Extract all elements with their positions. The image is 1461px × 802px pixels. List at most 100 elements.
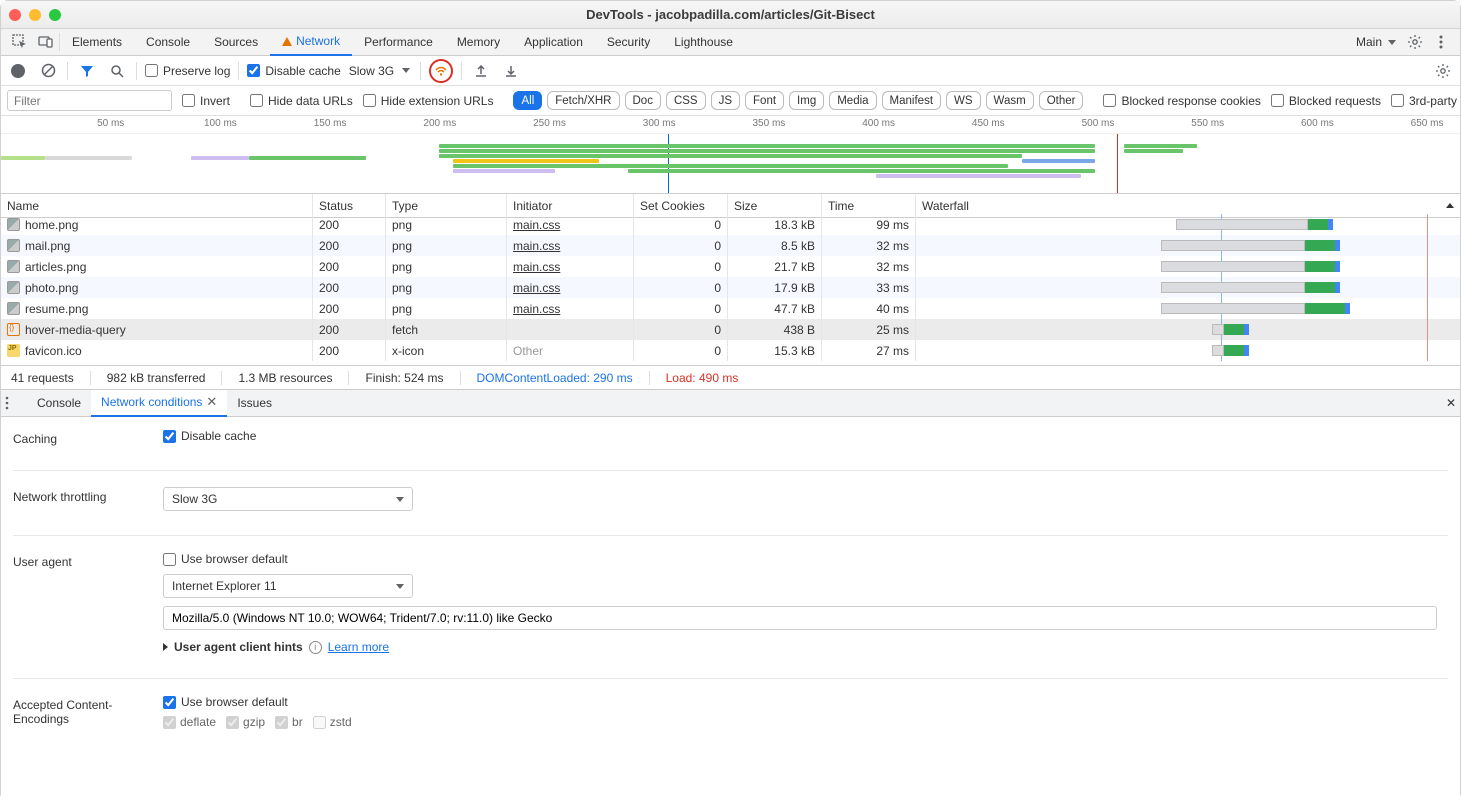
- preserve-log-checkbox[interactable]: Preserve log: [145, 64, 230, 78]
- expand-icon[interactable]: [163, 643, 168, 651]
- minimize-window-icon[interactable]: [29, 9, 41, 21]
- filter-icon[interactable]: [76, 60, 98, 82]
- initiator-link[interactable]: main.css: [513, 239, 560, 253]
- hide-data-urls-checkbox[interactable]: Hide data URLs: [250, 94, 353, 108]
- throttling-dropdown[interactable]: Slow 3G: [163, 487, 413, 511]
- status-transferred: 982 kB transferred: [107, 371, 206, 385]
- device-icon[interactable]: [33, 29, 59, 55]
- clear-icon[interactable]: [37, 60, 59, 82]
- zoom-window-icon[interactable]: [49, 9, 61, 21]
- tab-security[interactable]: Security: [595, 29, 662, 56]
- type-filter-all[interactable]: All: [513, 91, 542, 110]
- drawer-kebab-icon[interactable]: [5, 396, 25, 410]
- table-row[interactable]: home.png200pngmain.css018.3 kB99 ms: [1, 214, 1460, 235]
- initiator-link[interactable]: main.css: [513, 260, 560, 274]
- throttling-label: Network throttling: [13, 487, 163, 504]
- encoding-deflate[interactable]: deflate: [163, 715, 216, 729]
- network-toolbar: Preserve log Disable cache Slow 3G: [1, 56, 1460, 86]
- encoding-zstd[interactable]: zstd: [313, 715, 352, 729]
- table-row[interactable]: favicon.ico200x-iconOther015.3 kB27 ms: [1, 340, 1460, 361]
- status-dcl: DOMContentLoaded: 290 ms: [477, 371, 633, 385]
- type-filter-wasm[interactable]: Wasm: [986, 91, 1034, 110]
- learn-more-link[interactable]: Learn more: [328, 640, 389, 654]
- frame-selector[interactable]: Main: [1350, 35, 1402, 49]
- enc-browser-default-checkbox[interactable]: Use browser default: [163, 695, 1448, 709]
- encoding-gzip[interactable]: gzip: [226, 715, 265, 729]
- tab-memory[interactable]: Memory: [445, 29, 512, 56]
- initiator-link[interactable]: main.css: [513, 302, 560, 316]
- type-filter-media[interactable]: Media: [829, 91, 876, 110]
- table-row[interactable]: articles.png200pngmain.css021.7 kB32 ms: [1, 256, 1460, 277]
- file-icon: [7, 344, 20, 357]
- drawer-close-icon[interactable]: ✕: [1446, 396, 1456, 410]
- type-filter-ws[interactable]: WS: [946, 91, 981, 110]
- drawer-tab-console[interactable]: Console: [27, 390, 91, 417]
- warning-icon: [282, 37, 292, 46]
- titlebar: DevTools - jacobpadilla.com/articles/Git…: [1, 1, 1460, 29]
- status-requests: 41 requests: [11, 371, 74, 385]
- sort-asc-icon: [1446, 203, 1454, 208]
- blocked-requests-checkbox[interactable]: Blocked requests: [1271, 94, 1381, 108]
- table-row[interactable]: mail.png200pngmain.css08.5 kB32 ms: [1, 235, 1460, 256]
- throttling-select[interactable]: Slow 3G: [349, 64, 412, 78]
- close-window-icon[interactable]: [9, 9, 21, 21]
- initiator-link[interactable]: main.css: [513, 281, 560, 295]
- hide-ext-urls-checkbox[interactable]: Hide extension URLs: [363, 94, 494, 108]
- type-filter-fetchxhr[interactable]: Fetch/XHR: [547, 91, 619, 110]
- settings-icon[interactable]: [1402, 29, 1428, 55]
- timeline-overview[interactable]: 50 ms100 ms150 ms200 ms250 ms300 ms350 m…: [1, 116, 1460, 194]
- table-row[interactable]: photo.png200pngmain.css017.9 kB33 ms: [1, 277, 1460, 298]
- drawer-tab-network-conditions[interactable]: Network conditions✕: [91, 390, 227, 417]
- network-settings-icon[interactable]: [1432, 60, 1454, 82]
- type-filter-manifest[interactable]: Manifest: [882, 91, 941, 110]
- upload-icon[interactable]: [470, 60, 492, 82]
- encoding-br[interactable]: br: [275, 715, 303, 729]
- type-filter-font[interactable]: Font: [745, 91, 784, 110]
- record-icon[interactable]: [7, 60, 29, 82]
- ua-browser-default-checkbox[interactable]: Use browser default: [163, 552, 1448, 566]
- filter-input[interactable]: [7, 90, 172, 111]
- caching-label: Caching: [13, 429, 163, 446]
- kebab-icon[interactable]: [1428, 29, 1454, 55]
- ua-preset-dropdown[interactable]: Internet Explorer 11: [163, 574, 413, 598]
- file-icon: [7, 302, 20, 315]
- disable-cache-checkbox[interactable]: Disable cache: [247, 64, 340, 78]
- file-icon: [7, 260, 20, 273]
- tab-console[interactable]: Console: [134, 29, 202, 56]
- table-row[interactable]: hover-media-query200fetch0438 B25 ms: [1, 319, 1460, 340]
- request-table: Name Status Type Initiator Set Cookies S…: [1, 194, 1460, 366]
- encodings-label: Accepted Content-Encodings: [13, 695, 163, 726]
- status-resources: 1.3 MB resources: [238, 371, 332, 385]
- drawer-tab-issues[interactable]: Issues: [227, 390, 282, 417]
- type-filter-other[interactable]: Other: [1039, 91, 1084, 110]
- tab-application[interactable]: Application: [512, 29, 595, 56]
- download-icon[interactable]: [500, 60, 522, 82]
- tab-sources[interactable]: Sources: [202, 29, 270, 56]
- type-filter-js[interactable]: JS: [711, 91, 740, 110]
- file-icon: [7, 323, 20, 336]
- drawer-disable-cache-checkbox[interactable]: Disable cache: [163, 429, 1448, 443]
- table-row[interactable]: resume.png200pngmain.css047.7 kB40 ms: [1, 298, 1460, 319]
- window-controls: [9, 9, 61, 21]
- search-icon[interactable]: [106, 60, 128, 82]
- ua-client-hints-label: User agent client hints: [174, 640, 303, 654]
- type-filter-doc[interactable]: Doc: [625, 91, 661, 110]
- status-finish: Finish: 524 ms: [365, 371, 443, 385]
- inspect-icon[interactable]: [7, 29, 33, 55]
- tab-elements[interactable]: Elements: [60, 29, 134, 56]
- tab-performance[interactable]: Performance: [352, 29, 445, 56]
- type-filter-css[interactable]: CSS: [666, 91, 706, 110]
- network-conditions-icon[interactable]: [429, 59, 453, 83]
- window-title: DevTools - jacobpadilla.com/articles/Git…: [1, 7, 1460, 22]
- network-conditions-panel: Caching Disable cache Network throttling…: [1, 417, 1460, 802]
- type-filter-img[interactable]: Img: [789, 91, 824, 110]
- thirdparty-checkbox[interactable]: 3rd-party requests: [1391, 94, 1461, 108]
- tab-network[interactable]: Network: [270, 29, 352, 56]
- close-tab-icon[interactable]: ✕: [206, 394, 217, 410]
- main-tabs: ElementsConsoleSourcesNetworkPerformance…: [1, 29, 1460, 56]
- invert-checkbox[interactable]: Invert: [182, 94, 230, 108]
- tab-lighthouse[interactable]: Lighthouse: [662, 29, 745, 56]
- ua-string-input[interactable]: [163, 606, 1437, 630]
- initiator-link[interactable]: main.css: [513, 218, 560, 232]
- blocked-cookies-checkbox[interactable]: Blocked response cookies: [1103, 94, 1260, 108]
